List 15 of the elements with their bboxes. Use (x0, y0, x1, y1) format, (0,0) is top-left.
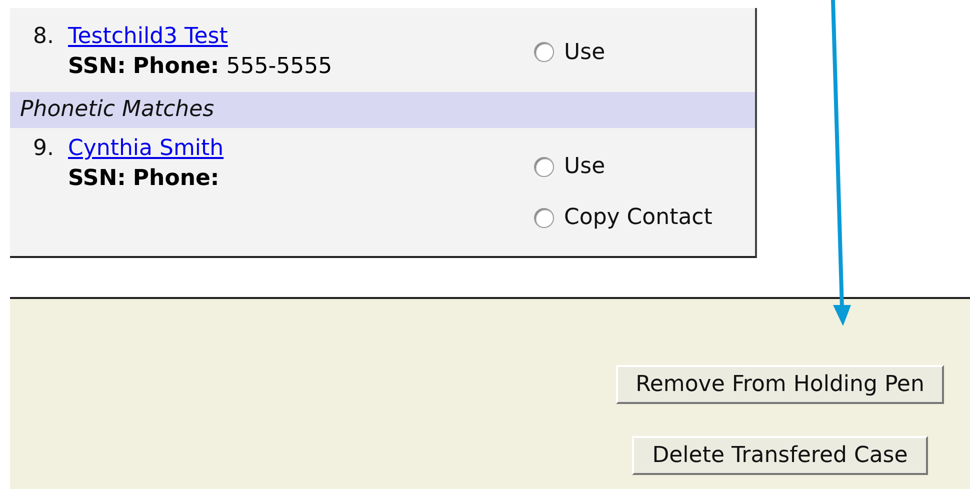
radio-option[interactable]: Copy Contact (534, 205, 712, 230)
phone-value: 555-5555 (226, 53, 332, 81)
ssn-label: SSN: (68, 53, 126, 81)
action-button[interactable]: Delete Transfered Case (632, 436, 928, 475)
section-header: Phonetic Matches (10, 92, 755, 128)
item-number: 8. (33, 24, 54, 49)
ssn-label: SSN: (68, 165, 126, 193)
action-button[interactable]: Remove From Holding Pen (616, 365, 944, 404)
radio-option[interactable]: Use (534, 154, 712, 179)
item-number: 9. (33, 136, 54, 161)
phone-label: Phone: (132, 165, 220, 193)
radio-option[interactable]: Use (534, 40, 606, 64)
contact-link[interactable]: Cynthia Smith (68, 136, 224, 161)
contact-link[interactable]: Testchild3 Test (68, 24, 228, 49)
phone-label: Phone: (132, 53, 220, 81)
